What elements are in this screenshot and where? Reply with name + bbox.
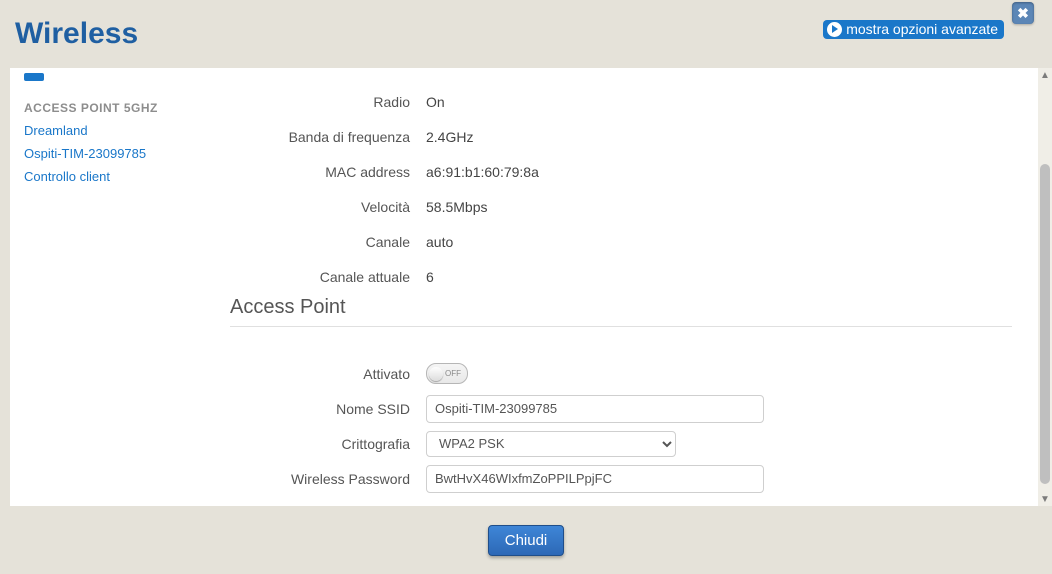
mac-label: MAC address bbox=[240, 164, 426, 180]
band-value: 2.4GHz bbox=[426, 129, 473, 145]
close-icon[interactable]: ✖ bbox=[1012, 2, 1034, 24]
speed-label: Velocità bbox=[240, 199, 426, 215]
crypto-label: Crittografia bbox=[240, 436, 426, 452]
ssid-input[interactable] bbox=[426, 395, 764, 423]
crypto-select[interactable]: WPA2 PSK bbox=[426, 431, 676, 457]
scroll-up-icon[interactable]: ▲ bbox=[1038, 68, 1052, 82]
radio-label: Radio bbox=[240, 94, 426, 110]
arrow-right-icon bbox=[827, 22, 842, 37]
scrollbar[interactable]: ▲ ▼ bbox=[1038, 68, 1052, 506]
toggle-knob-icon bbox=[429, 367, 443, 381]
section-title: Access Point bbox=[230, 296, 346, 319]
toggle-off-text: OFF bbox=[445, 369, 461, 378]
show-advanced-label: mostra opzioni avanzate bbox=[846, 21, 998, 37]
page-title: Wireless bbox=[15, 17, 138, 51]
enabled-toggle[interactable]: OFF bbox=[426, 363, 468, 384]
radio-value: On bbox=[426, 94, 445, 110]
close-button[interactable]: Chiudi bbox=[488, 525, 565, 556]
scroll-thumb[interactable] bbox=[1040, 164, 1050, 484]
content-panel: ACCESS POINT 5GHZ Dreamland Ospiti-TIM-2… bbox=[10, 68, 1052, 506]
separator bbox=[230, 326, 1012, 327]
band-label: Banda di frequenza bbox=[240, 129, 426, 145]
curchan-value: 6 bbox=[426, 269, 434, 285]
pwd-label: Wireless Password bbox=[240, 471, 426, 487]
channel-value: auto bbox=[426, 234, 453, 250]
show-advanced-button[interactable]: mostra opzioni avanzate bbox=[823, 20, 1004, 39]
curchan-label: Canale attuale bbox=[240, 269, 426, 285]
speed-value: 58.5Mbps bbox=[426, 199, 487, 215]
scroll-down-icon[interactable]: ▼ bbox=[1038, 492, 1052, 506]
password-input[interactable] bbox=[426, 465, 764, 493]
footer: Chiudi bbox=[0, 506, 1052, 574]
mac-value: a6:91:b1:60:79:8a bbox=[426, 164, 539, 180]
enabled-label: Attivato bbox=[240, 366, 426, 382]
ssid-label: Nome SSID bbox=[240, 401, 426, 417]
sidebar-item-active[interactable] bbox=[24, 73, 44, 81]
channel-label: Canale bbox=[240, 234, 426, 250]
